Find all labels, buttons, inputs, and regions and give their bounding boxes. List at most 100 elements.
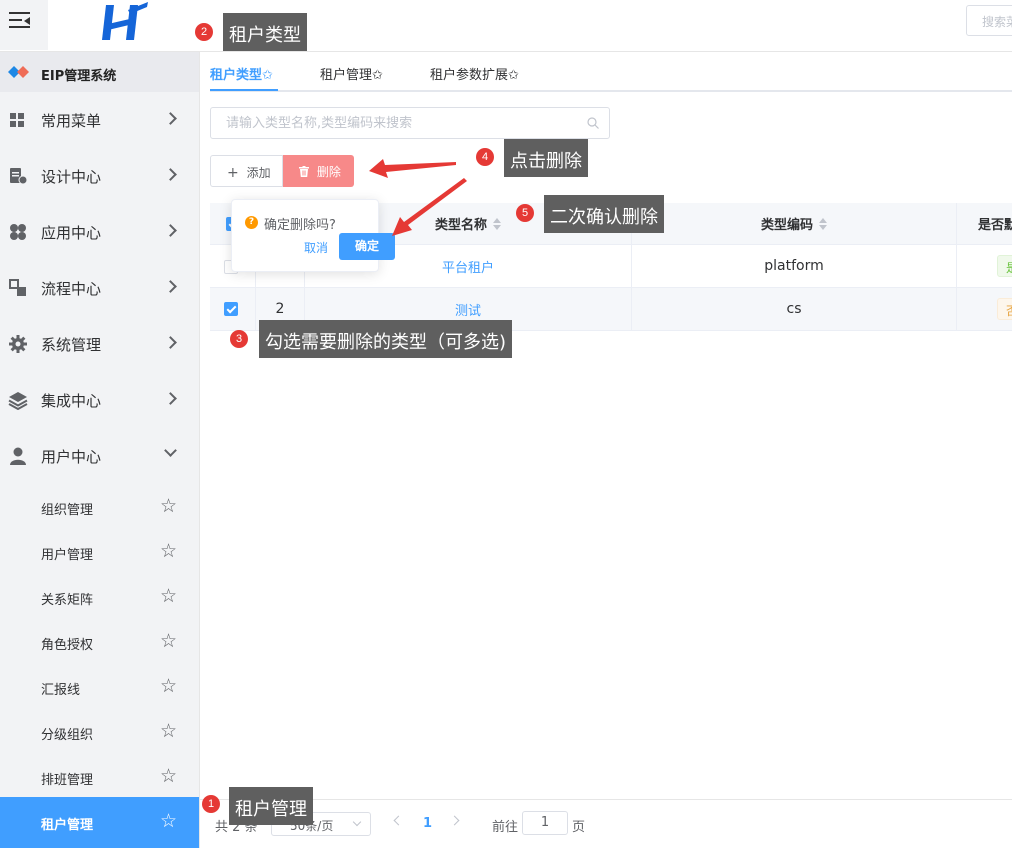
- tab-tenant-params[interactable]: 租户参数扩展✩: [430, 64, 519, 83]
- pagination: 共 2 条 50条/页 1 前往 1 页: [200, 799, 1012, 848]
- brand-bar: EIP管理系统: [0, 52, 199, 92]
- annotation-callout: 租户类型: [223, 13, 307, 51]
- add-button[interactable]: + 添加: [210, 155, 283, 187]
- question-icon: ?: [245, 216, 258, 229]
- chevron-down-icon: [352, 817, 362, 827]
- brand-logo-icon: [8, 66, 29, 78]
- search-icon[interactable]: [587, 117, 599, 129]
- menu-common[interactable]: 常用菜单: [0, 92, 199, 148]
- annotation-badge: 4: [476, 148, 494, 166]
- chevron-right-icon: [164, 224, 177, 237]
- grid-icon: [10, 113, 24, 127]
- gear-icon: [9, 335, 27, 353]
- star-icon[interactable]: ☆: [160, 585, 177, 607]
- menu-system[interactable]: 系统管理: [0, 316, 199, 372]
- annotation-badge: 1: [202, 795, 220, 813]
- search-input[interactable]: [212, 109, 572, 137]
- star-icon[interactable]: ☆: [160, 540, 177, 562]
- status-badge: 否: [997, 298, 1012, 320]
- prev-page-icon[interactable]: [393, 815, 404, 826]
- page-number[interactable]: 1: [423, 816, 432, 831]
- delete-button[interactable]: 删除: [283, 155, 354, 187]
- menu-process[interactable]: 流程中心: [0, 260, 199, 316]
- sidebar: EIP管理系统 常用菜单 设计中心 应用中心 流程中心 系统管理 集成中心 用户…: [0, 52, 200, 848]
- sort-icon[interactable]: [493, 217, 501, 230]
- star-icon[interactable]: ☆: [160, 630, 177, 652]
- sidebar-item-matrix[interactable]: 关系矩阵 ☆: [0, 575, 199, 620]
- apps-icon: [10, 224, 26, 240]
- sidebar-item-label: 租户管理: [41, 818, 94, 833]
- confirm-button[interactable]: 确定: [339, 233, 395, 260]
- menu-integration[interactable]: 集成中心: [0, 372, 199, 428]
- menu-label: 应用中心: [41, 224, 102, 242]
- delete-confirm-popover: ? 确定删除吗? 取消 确定: [231, 199, 395, 272]
- tab-tenant-type[interactable]: 租户类型✩: [210, 64, 273, 83]
- sidebar-item-label: 排班管理: [41, 773, 94, 788]
- sidebar-item-hierarchy[interactable]: 分级组织 ☆: [0, 710, 199, 755]
- plus-icon: +: [227, 165, 239, 181]
- chevron-right-icon: [164, 336, 177, 349]
- sidebar-item-users[interactable]: 用户管理 ☆: [0, 530, 199, 575]
- company-logo: [102, 2, 148, 40]
- sidebar-item-label: 用户管理: [41, 548, 94, 563]
- sidebar-item-label: 汇报线: [41, 683, 81, 698]
- sidebar-item-label: 角色授权: [41, 638, 94, 653]
- tab-bar: 租户类型✩ 租户管理✩ 租户参数扩展✩: [210, 52, 1012, 92]
- active-tab-indicator: [210, 89, 278, 91]
- popconfirm-arrow: [236, 192, 250, 199]
- row-name-link[interactable]: 平台租户: [442, 257, 494, 276]
- sidebar-item-report-line[interactable]: 汇报线 ☆: [0, 665, 199, 710]
- sidebar-item-org[interactable]: 组织管理 ☆: [0, 485, 199, 530]
- row-checkbox[interactable]: [224, 302, 238, 316]
- header-name-label: 类型名称: [434, 218, 487, 233]
- delete-label: 删除: [316, 165, 341, 179]
- menu-label: 常用菜单: [41, 112, 102, 130]
- goto-page-input[interactable]: 1: [522, 811, 568, 835]
- header-code[interactable]: 类型编码: [632, 203, 957, 244]
- row-code: cs: [632, 288, 957, 330]
- top-bar: 搜索菜: [0, 0, 1012, 52]
- header-code-label: 类型编码: [760, 218, 813, 233]
- brand-name: EIP管理系统: [41, 69, 117, 84]
- row-select-cell: [210, 288, 256, 330]
- chevron-right-icon: [164, 112, 177, 125]
- top-search-input[interactable]: 搜索菜: [966, 5, 1012, 36]
- sidebar-item-schedule[interactable]: 排班管理 ☆: [0, 755, 199, 800]
- flow-icon: [9, 279, 26, 296]
- menu-label: 集成中心: [41, 392, 102, 410]
- tab-tenant-manage[interactable]: 租户管理✩: [320, 64, 383, 83]
- annotation-badge: 2: [195, 23, 213, 41]
- menu-label: 用户中心: [41, 448, 102, 466]
- sidebar-item-tenant[interactable]: 租户管理 ☆: [0, 797, 199, 848]
- cancel-button[interactable]: 取消: [304, 239, 328, 256]
- sidebar-item-label: 关系矩阵: [41, 593, 94, 608]
- star-icon[interactable]: ☆: [160, 675, 177, 697]
- user-icon: [10, 447, 26, 465]
- sidebar-item-label: 组织管理: [41, 503, 94, 518]
- annotation-badge: 5: [516, 204, 534, 222]
- document-edit-icon: [10, 168, 28, 185]
- star-icon[interactable]: ☆: [160, 765, 177, 787]
- menu-user-center[interactable]: 用户中心: [0, 428, 199, 484]
- row-code: platform: [632, 245, 957, 287]
- collapse-menu-icon[interactable]: [0, 0, 48, 50]
- row-name-link[interactable]: 测试: [455, 300, 481, 319]
- add-label: 添加: [246, 166, 271, 180]
- annotation-callout: 勾选需要删除的类型（可多选): [259, 320, 513, 358]
- annotation-callout: 点击删除: [504, 139, 588, 177]
- chevron-right-icon: [164, 392, 177, 405]
- status-badge: 是: [997, 255, 1012, 277]
- menu-label: 系统管理: [41, 336, 102, 354]
- annotation-callout: 二次确认删除: [544, 195, 664, 233]
- row-default-cell: 否: [957, 288, 1012, 330]
- star-icon[interactable]: ☆: [160, 495, 177, 517]
- menu-app[interactable]: 应用中心: [0, 204, 199, 260]
- sidebar-item-roles[interactable]: 角色授权 ☆: [0, 620, 199, 665]
- star-icon[interactable]: ☆: [160, 720, 177, 742]
- menu-design[interactable]: 设计中心: [0, 148, 199, 204]
- next-page-icon[interactable]: [449, 815, 460, 826]
- star-icon[interactable]: ☆: [160, 810, 177, 832]
- confirm-message: 确定删除吗?: [264, 218, 336, 233]
- chevron-right-icon: [164, 280, 177, 293]
- sort-icon[interactable]: [819, 217, 827, 230]
